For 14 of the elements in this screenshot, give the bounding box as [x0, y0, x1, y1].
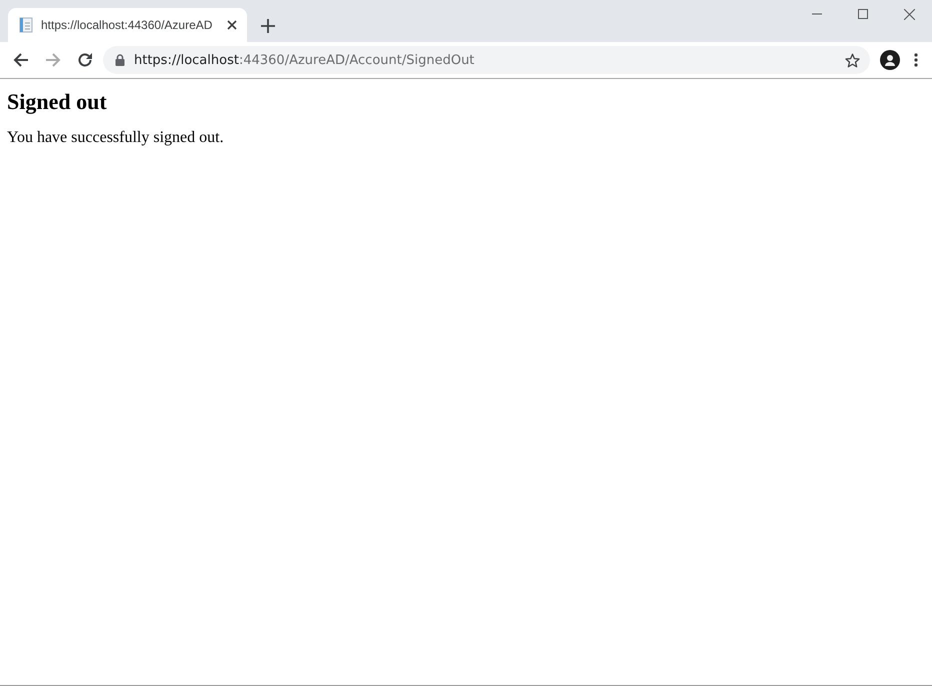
close-icon[interactable] — [227, 20, 237, 30]
browser-tab[interactable]: https://localhost:44360/AzureAD — [8, 8, 247, 42]
address-bar[interactable]: https://localhost:44360/AzureAD/Account/SignedOut — [103, 46, 870, 74]
url-text: https://localhost:44360/AzureAD/Account/SignedOut — [134, 52, 476, 68]
document-icon — [19, 17, 33, 33]
new-tab-icon[interactable] — [261, 19, 275, 33]
signed-out-message: You have successfully signed out. — [7, 129, 224, 147]
lock-icon — [115, 54, 125, 66]
tab-title: https://localhost:44360/AzureAD — [41, 18, 214, 32]
avatar-icon[interactable] — [880, 50, 900, 70]
menu-icon[interactable] — [914, 53, 918, 67]
star-icon[interactable] — [845, 52, 860, 68]
page-heading: Signed out — [7, 89, 107, 115]
back-arrow-icon[interactable] — [11, 52, 31, 68]
